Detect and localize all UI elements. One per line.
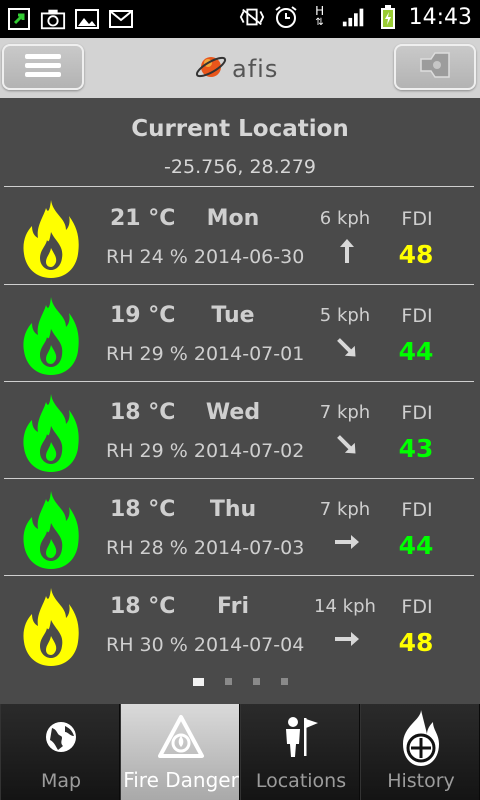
network-type-icon: H ⇅ [315, 4, 325, 28]
forecast-row[interactable]: 21 °C Mon RH 24 % 2014-06-30 6 kph FDI 48 [0, 188, 480, 284]
humidity-date: RH 29 % 2014-07-01 [106, 343, 304, 365]
gallery-notification-icon [74, 6, 100, 32]
page-indicator [0, 678, 480, 686]
day-of-week: Wed [205, 400, 261, 425]
temperature: 18 °C [110, 594, 176, 619]
tab-history[interactable]: History [360, 704, 480, 800]
divider [4, 186, 474, 187]
day-of-week: Fri [216, 594, 249, 619]
wind-direction-arrow-icon [332, 333, 362, 363]
relative-humidity: RH 28 % [106, 537, 188, 559]
forecast-row[interactable]: 18 °C Thu RH 28 % 2014-07-03 7 kph FDI 44 [0, 479, 480, 575]
flame-clock-icon [391, 708, 451, 768]
export-icon [415, 49, 455, 85]
fdi-label: FDI [401, 208, 433, 230]
network-type-label: H [315, 4, 325, 18]
tab-history-label: History [387, 770, 455, 792]
logo-text: afis [232, 55, 279, 83]
wind-speed: 14 kph [314, 596, 376, 617]
wind-direction-arrow-icon [332, 624, 362, 654]
clock: 14:43 [408, 4, 472, 30]
wind-speed: 7 kph [319, 402, 371, 423]
forecast-row[interactable]: 19 °C Tue RH 29 % 2014-07-01 5 kph FDI 44 [0, 285, 480, 381]
hamburger-icon [23, 52, 63, 82]
day-of-week: Tue [211, 303, 255, 328]
email-notification-icon [108, 6, 134, 32]
wind-speed: 7 kph [319, 499, 371, 520]
wind-direction-arrow-icon [332, 430, 362, 460]
tab-map-label: Map [40, 770, 82, 792]
fdi-label: FDI [401, 596, 433, 618]
location-coordinates: -25.756, 28.279 [164, 156, 316, 178]
forecast-row[interactable]: 18 °C Fri RH 30 % 2014-07-04 14 kph FDI 48 [0, 576, 480, 672]
tab-fire-danger-label: Fire Danger [123, 768, 239, 792]
wind-direction-arrow-icon [332, 527, 362, 557]
globe-icon [36, 712, 86, 762]
page-dot [192, 678, 204, 686]
tab-map[interactable]: Map [0, 704, 120, 800]
wind-speed: 6 kph [319, 208, 371, 229]
page-dot [224, 678, 232, 685]
app-logo: afis [194, 50, 278, 88]
tab-locations[interactable]: Locations [240, 704, 360, 800]
flame-icon [20, 489, 82, 571]
forecast-date: 2014-07-01 [193, 343, 305, 365]
day-of-week: Mon [206, 206, 260, 231]
wind-speed: 5 kph [319, 305, 371, 326]
battery-charging-icon [375, 4, 401, 30]
location-title: Current Location [131, 116, 349, 142]
page-dot [252, 678, 260, 685]
fire-warning-icon [156, 712, 206, 762]
temperature: 21 °C [110, 206, 176, 231]
temperature: 18 °C [110, 497, 176, 522]
forecast-date: 2014-07-04 [193, 634, 305, 656]
bottom-tab-bar: Map Fire Danger Locations History [0, 704, 480, 800]
menu-button[interactable] [2, 44, 84, 90]
export-button[interactable] [394, 44, 476, 90]
flame-icon [20, 586, 82, 668]
download-notification-icon [6, 6, 32, 32]
flame-icon [20, 198, 82, 280]
relative-humidity: RH 30 % [106, 634, 188, 656]
camera-notification-icon [40, 6, 66, 32]
alarm-icon [273, 4, 299, 30]
temperature: 19 °C [110, 303, 176, 328]
day-of-week: Thu [209, 497, 257, 522]
fdi-value: 43 [398, 434, 434, 463]
status-bar: H ⇅ 14:43 [0, 0, 480, 38]
relative-humidity: RH 29 % [106, 343, 188, 365]
forecast-date: 2014-06-30 [193, 246, 305, 268]
flame-icon [20, 295, 82, 377]
relative-humidity: RH 24 % [106, 246, 188, 268]
fdi-label: FDI [401, 305, 433, 327]
signal-strength-icon [341, 4, 367, 30]
fdi-value: 48 [398, 240, 434, 269]
forecast-date: 2014-07-02 [193, 440, 305, 462]
forecast-date: 2014-07-03 [193, 537, 305, 559]
forecast-row[interactable]: 18 °C Wed RH 29 % 2014-07-02 7 kph FDI 43 [0, 382, 480, 478]
action-bar: afis [0, 38, 480, 98]
humidity-date: RH 30 % 2014-07-04 [106, 634, 304, 656]
fdi-value: 44 [398, 531, 434, 560]
fdi-value: 48 [398, 628, 434, 657]
vibrate-icon [239, 4, 265, 30]
flame-icon [20, 392, 82, 474]
humidity-date: RH 29 % 2014-07-02 [106, 440, 304, 462]
wind-direction-arrow-icon [332, 236, 362, 266]
humidity-date: RH 24 % 2014-06-30 [106, 246, 304, 268]
tab-locations-label: Locations [255, 770, 347, 792]
humidity-date: RH 28 % 2014-07-03 [106, 537, 304, 559]
planet-logo-icon [194, 50, 228, 88]
temperature: 18 °C [110, 400, 176, 425]
fdi-value: 44 [398, 337, 434, 366]
tab-fire-danger[interactable]: Fire Danger [120, 704, 240, 800]
person-flag-icon [276, 712, 326, 762]
fdi-label: FDI [401, 402, 433, 424]
fdi-label: FDI [401, 499, 433, 521]
relative-humidity: RH 29 % [106, 440, 188, 462]
page-dot [280, 678, 288, 685]
